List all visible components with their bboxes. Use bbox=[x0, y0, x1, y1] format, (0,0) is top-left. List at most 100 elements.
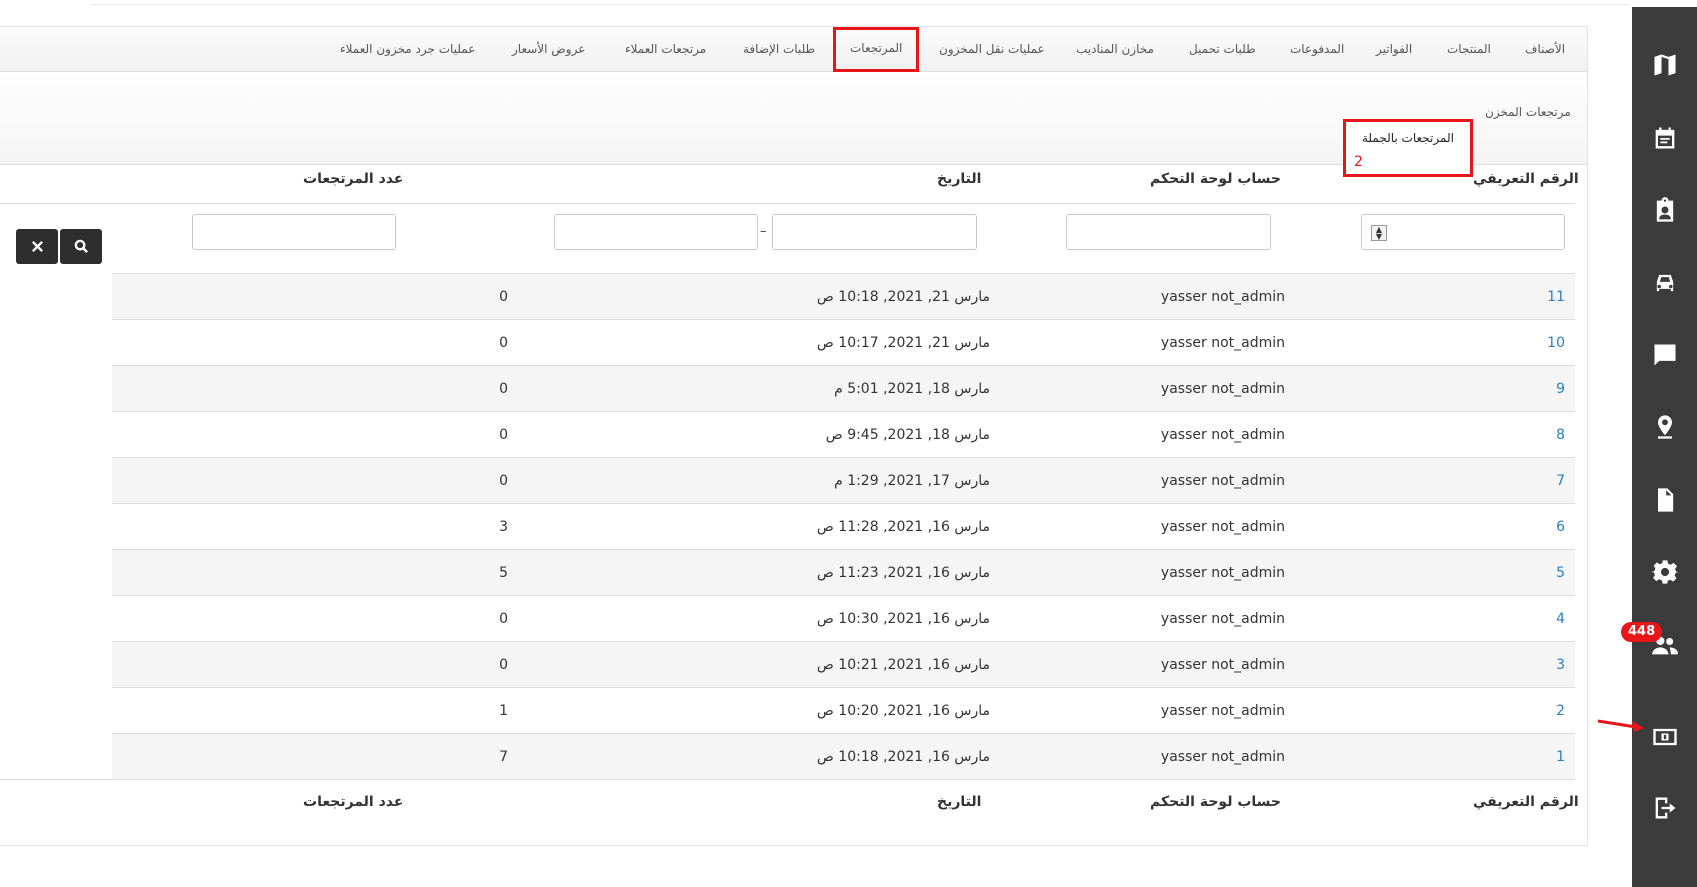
table-row: 3 yasser not_admin مارس 16, 2021, 10:21 ص 0 bbox=[112, 641, 1575, 687]
location-icon bbox=[1657, 415, 1672, 439]
tab-customer-returns[interactable]: مرتجعات العملاء bbox=[625, 27, 706, 72]
number-spinner[interactable]: ▲ ▼ bbox=[1371, 225, 1387, 241]
table-row: 8 yasser not_admin مارس 18, 2021, 9:45 ص 0 bbox=[112, 411, 1575, 457]
sidebar-item-documents[interactable] bbox=[1632, 477, 1697, 523]
row-id-link[interactable]: 2 bbox=[1556, 688, 1565, 734]
table-row: 7 yasser not_admin مارس 17, 2021, 1:29 م 0 bbox=[112, 457, 1575, 503]
table-row: 6 yasser not_admin مارس 16, 2021, 11:28 ص 3 bbox=[112, 503, 1575, 549]
row-date: مارس 18, 2021, 5:01 م bbox=[834, 381, 990, 397]
tab-warehouse-returns[interactable]: مرتجعات المخزن bbox=[1485, 105, 1571, 119]
clipboard-user-icon bbox=[1656, 197, 1673, 222]
row-date: مارس 16, 2021, 10:20 ص bbox=[816, 703, 990, 719]
row-returns-count: 0 bbox=[499, 473, 508, 489]
id-filter-input[interactable]: ▲ ▼ bbox=[1361, 214, 1565, 250]
right-sidebar bbox=[1632, 7, 1697, 887]
row-date: مارس 17, 2021, 1:29 م bbox=[834, 473, 990, 489]
date-range-separator: – bbox=[760, 224, 767, 239]
returns-count-filter-input[interactable] bbox=[192, 214, 396, 250]
row-date: مارس 21, 2021, 10:17 ص bbox=[816, 335, 990, 351]
header-date[interactable]: التاريخ bbox=[937, 171, 981, 187]
sub-nav: مرتجعات المخزن المرتجعات بالجملة 2 bbox=[0, 72, 1587, 177]
row-id-link[interactable]: 11 bbox=[1547, 274, 1565, 320]
row-id-link[interactable]: 3 bbox=[1556, 642, 1565, 688]
sidebar-item-logout[interactable] bbox=[1632, 785, 1697, 831]
search-icon bbox=[74, 239, 88, 253]
tab-returns[interactable]: المرتجعات bbox=[833, 27, 920, 72]
row-account: yasser not_admin bbox=[1160, 335, 1285, 351]
footer-id: الرقم التعريفي bbox=[1473, 794, 1579, 810]
tab-loading-requests[interactable]: طلبات تحميل bbox=[1189, 27, 1256, 72]
tab-addition-requests[interactable]: طلبات الإضافة bbox=[743, 27, 815, 72]
row-date: مارس 16, 2021, 10:18 ص bbox=[816, 749, 990, 765]
row-id-link[interactable]: 7 bbox=[1556, 458, 1565, 504]
row-id-link[interactable]: 10 bbox=[1547, 320, 1565, 366]
header-id[interactable]: الرقم التعريفي bbox=[1473, 171, 1579, 187]
tab-rep-warehouses[interactable]: مخازن المناديب bbox=[1076, 27, 1154, 72]
row-returns-count: 5 bbox=[499, 565, 508, 581]
row-account: yasser not_admin bbox=[1160, 473, 1285, 489]
row-account: yasser not_admin bbox=[1160, 657, 1285, 673]
table-row: 11 yasser not_admin مارس 21, 2021, 10:18 ص… bbox=[112, 273, 1575, 319]
table-row: 2 yasser not_admin مارس 16, 2021, 10:20 ص 1 bbox=[112, 687, 1575, 733]
row-id-link[interactable]: 1 bbox=[1556, 734, 1565, 780]
footer-date: التاريخ bbox=[937, 794, 982, 810]
footer-returns-count: عدد المرتجعات bbox=[303, 794, 404, 810]
row-date: مارس 21, 2021, 10:18 ص bbox=[816, 289, 990, 305]
car-icon bbox=[1656, 274, 1673, 292]
row-returns-count: 0 bbox=[499, 335, 508, 351]
sidebar-item-clipboard-user[interactable] bbox=[1632, 187, 1697, 233]
date-to-input[interactable] bbox=[772, 214, 977, 250]
account-filter-input[interactable] bbox=[1066, 214, 1271, 250]
row-id-link[interactable]: 5 bbox=[1556, 550, 1565, 596]
users-count-badge: 448 bbox=[1621, 622, 1663, 642]
chat-icon bbox=[1654, 344, 1675, 366]
tab-categories[interactable]: الأصناف bbox=[1525, 27, 1565, 72]
tab-payments[interactable]: المدفوعات bbox=[1290, 27, 1344, 72]
row-id-link[interactable]: 4 bbox=[1556, 596, 1565, 642]
sidebar-item-settings[interactable] bbox=[1632, 549, 1697, 595]
row-returns-count: 7 bbox=[499, 749, 508, 765]
sidebar-item-messages[interactable] bbox=[1632, 332, 1697, 378]
clear-button[interactable] bbox=[16, 229, 58, 264]
settings-icon bbox=[1650, 560, 1679, 584]
tab-price-quotes[interactable]: عروض الأسعار bbox=[512, 27, 585, 72]
map-icon bbox=[1654, 54, 1675, 76]
row-returns-count: 3 bbox=[499, 519, 508, 535]
row-returns-count: 1 bbox=[499, 703, 508, 719]
row-id-link[interactable]: 8 bbox=[1556, 412, 1565, 458]
row-account: yasser not_admin bbox=[1160, 703, 1285, 719]
cash-icon bbox=[1652, 728, 1677, 746]
sidebar-item-map[interactable] bbox=[1632, 42, 1697, 88]
tab-customer-stocktaking[interactable]: عمليات جرد مخزون العملاء bbox=[340, 27, 475, 72]
row-id-link[interactable]: 9 bbox=[1556, 366, 1565, 412]
row-id-link[interactable]: 6 bbox=[1556, 504, 1565, 550]
search-button[interactable] bbox=[60, 229, 102, 264]
row-account: yasser not_admin bbox=[1160, 519, 1285, 535]
row-account: yasser not_admin bbox=[1160, 289, 1285, 305]
date-from-input[interactable] bbox=[554, 214, 758, 250]
row-returns-count: 0 bbox=[499, 611, 508, 627]
tab-bulk-returns[interactable]: المرتجعات بالجملة 2 bbox=[1343, 119, 1473, 177]
tab-stock-transfers[interactable]: عمليات نقل المخزون bbox=[939, 27, 1045, 72]
sidebar-item-locations[interactable] bbox=[1632, 404, 1697, 450]
table-bottom-divider bbox=[0, 779, 1575, 780]
annotation-arrow-icon bbox=[1597, 719, 1644, 732]
table-row: 1 yasser not_admin مارس 16, 2021, 10:18 ص 7 bbox=[112, 733, 1575, 779]
row-date: مارس 16, 2021, 10:30 ص bbox=[816, 611, 990, 627]
header-divider bbox=[0, 203, 1575, 204]
row-date: مارس 16, 2021, 11:23 ص bbox=[816, 565, 990, 581]
close-icon bbox=[31, 240, 43, 253]
row-returns-count: 0 bbox=[499, 289, 508, 305]
row-date: مارس 16, 2021, 11:28 ص bbox=[816, 519, 990, 535]
row-returns-count: 0 bbox=[499, 427, 508, 443]
header-returns-count[interactable]: عدد المرتجعات bbox=[303, 171, 403, 187]
header-account[interactable]: حساب لوحة التحكم bbox=[1150, 171, 1281, 187]
tab-bulk-returns-label: المرتجعات بالجملة bbox=[1362, 131, 1454, 145]
tab-invoices[interactable]: الفواتير bbox=[1376, 27, 1412, 72]
row-account: yasser not_admin bbox=[1160, 381, 1285, 397]
sidebar-item-vehicles[interactable] bbox=[1632, 260, 1697, 306]
row-account: yasser not_admin bbox=[1160, 427, 1285, 443]
row-account: yasser not_admin bbox=[1160, 565, 1285, 581]
sidebar-item-calendar[interactable] bbox=[1632, 115, 1697, 161]
tab-products[interactable]: المنتجات bbox=[1447, 27, 1491, 72]
